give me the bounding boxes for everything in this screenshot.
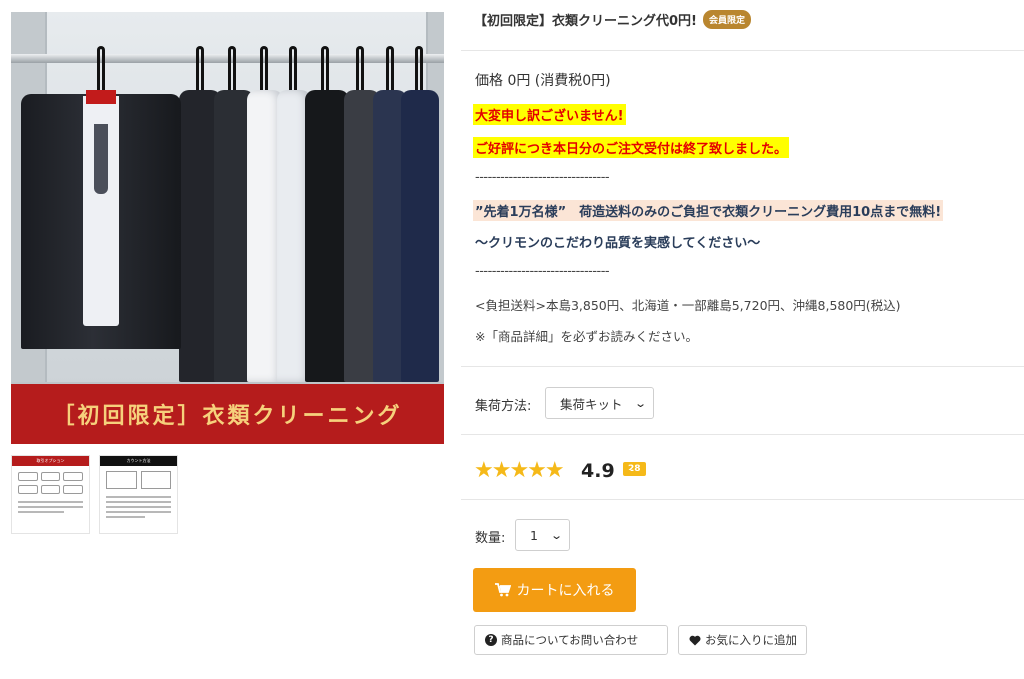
image-garment xyxy=(401,90,439,382)
pickup-method-label: 集荷方法: xyxy=(475,399,532,414)
thumbnail-text-lines xyxy=(100,491,177,523)
main-product-image[interactable]: ［初回限定］衣類クリーニング xyxy=(11,12,444,444)
divider xyxy=(461,50,1024,51)
image-necktie xyxy=(94,124,108,194)
image-shirt-tag xyxy=(86,90,116,104)
campaign-offer: ”先着1万名様” 荷造送料のみのご負担で衣類クリーニング費用10点まで無料! xyxy=(473,200,944,221)
product-inquiry-button[interactable]: ? 商品についてお問い合わせ xyxy=(474,625,668,655)
rating-stars: ★★★★★ xyxy=(474,458,565,483)
thumbnail-count-method[interactable]: カウント方法 xyxy=(99,455,178,534)
thumbnail-header: 取引オプション xyxy=(12,456,89,466)
image-hanger-hook xyxy=(97,46,105,94)
dash-separator: -------------------------------- xyxy=(475,264,610,279)
thumbnail-header: カウント方法 xyxy=(100,456,177,466)
image-hanger-hook xyxy=(289,46,297,94)
product-inquiry-label: 商品についてお問い合わせ xyxy=(501,633,639,647)
shipping-fee-note: <負担送料>本島3,850円、北海道・一部離島5,720円、沖縄8,580円(税… xyxy=(475,298,901,313)
divider xyxy=(461,434,1024,435)
image-hanger-hook xyxy=(260,46,268,94)
pickup-method-select[interactable]: 集荷キット ⌄ xyxy=(545,387,654,419)
pickup-method-value: 集荷キット xyxy=(560,396,623,412)
divider xyxy=(461,366,1024,367)
add-to-favorites-label: お気に入りに追加 xyxy=(705,633,797,647)
sold-out-notice: ご好評につき本日分のご注文受付は終了致しました。 xyxy=(473,137,790,158)
apology-notice: 大変申し訳ございません! xyxy=(473,104,626,125)
review-count-bubble[interactable]: 28 xyxy=(623,456,646,476)
bubble-tail xyxy=(626,470,631,476)
member-only-badge: 会員限定 xyxy=(702,10,751,29)
product-title-row: 【初回限定】衣類クリーニング代0円! 会員限定 xyxy=(474,10,751,29)
image-hanger-hook xyxy=(228,46,236,94)
image-banner-text: ［初回限定］衣類クリーニング xyxy=(11,384,444,444)
quantity-value: 1 xyxy=(530,527,538,543)
add-to-cart-button[interactable]: カートに入れる xyxy=(473,568,636,612)
quality-message: 〜クリモンのこだわり品質を実感してください〜 xyxy=(475,236,761,251)
chevron-down-icon: ⌄ xyxy=(549,528,563,542)
thumbnail-icon-grid xyxy=(12,466,89,496)
thumbnail-columns xyxy=(100,466,177,491)
add-to-favorites-button[interactable]: お気に入りに追加 xyxy=(678,625,807,655)
quantity-select[interactable]: 1 ⌄ xyxy=(515,519,570,551)
thumbnail-text-lines xyxy=(12,496,89,518)
chevron-down-icon: ⌄ xyxy=(633,396,647,410)
heart-icon xyxy=(689,635,701,646)
add-to-cart-label: カートに入れる xyxy=(516,583,615,599)
image-hanger-hook xyxy=(356,46,364,94)
read-details-note: ※「商品詳細」を必ずお読みください。 xyxy=(475,329,698,344)
image-garment xyxy=(305,90,349,382)
image-hanger-hook xyxy=(196,46,204,94)
dash-separator: -------------------------------- xyxy=(475,170,610,185)
cart-icon xyxy=(494,583,511,597)
image-hanger-hook xyxy=(415,46,423,94)
rating-value: 4.9 xyxy=(581,460,615,482)
product-title: 【初回限定】衣類クリーニング代0円! xyxy=(474,14,697,29)
divider xyxy=(461,499,1024,500)
quantity-label: 数量: xyxy=(475,531,506,546)
image-hanger-hook xyxy=(321,46,329,94)
thumbnail-options[interactable]: 取引オプション xyxy=(11,455,90,534)
question-circle-icon: ? xyxy=(485,634,497,646)
product-price: 価格 0円 (消費税0円) xyxy=(475,73,611,89)
image-hanger-hook xyxy=(386,46,394,94)
